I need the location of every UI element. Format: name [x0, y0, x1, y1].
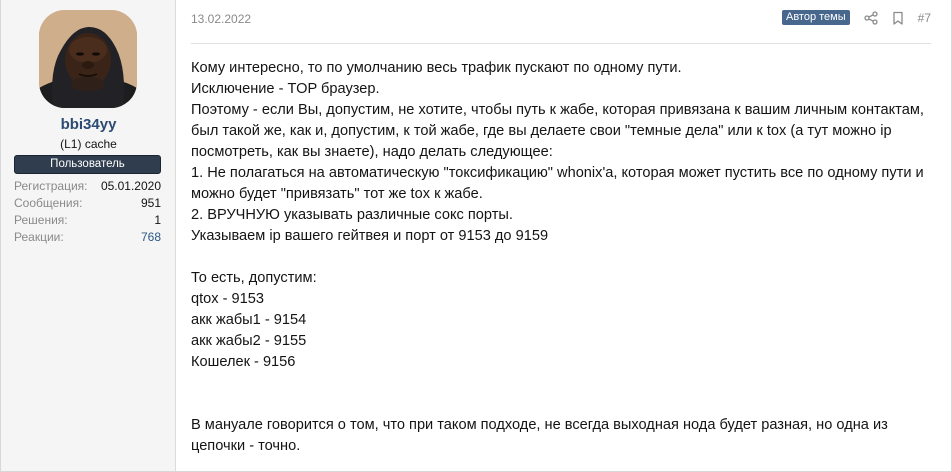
post-number-link[interactable]: #7 [918, 11, 931, 25]
stat-registration: Регистрация: 05.01.2020 [14, 178, 161, 195]
post-line: 2. ВРУЧНУЮ указывать различные сокс порт… [191, 207, 513, 223]
user-stats: Регистрация: 05.01.2020 Сообщения: 951 Р… [14, 178, 161, 246]
share-icon[interactable] [863, 10, 878, 25]
post-date[interactable]: 13.02.2022 [191, 12, 251, 26]
stat-label: Решения: [14, 213, 68, 227]
post-line: 1. Не полагаться на автоматическую "токс… [191, 165, 924, 202]
avatar-image [39, 10, 137, 108]
post-line: То есть, допустим: [191, 270, 317, 286]
post-line: Указываем ip вашего гейтвея и порт от 91… [191, 228, 549, 244]
post-line: акк жабы1 - 9154 [191, 312, 307, 328]
user-role-banner: Пользователь [14, 155, 161, 174]
username-link[interactable]: bbi34yy [1, 116, 176, 133]
post-line: Кошелек - 9156 [191, 354, 296, 370]
stat-value: 951 [140, 196, 161, 210]
post-body: Кому интересно, то по умолчанию весь тра… [191, 58, 936, 457]
post-line: Поэтому - если Вы, допустим, не хотите, … [191, 102, 924, 160]
header-divider [191, 43, 931, 44]
user-info-panel: bbi34yy (L1) cache Пользователь Регистра… [1, 0, 176, 471]
user-title: (L1) cache [60, 137, 117, 151]
stat-value: 1 [154, 213, 161, 227]
bookmark-icon[interactable] [891, 11, 905, 25]
stat-label: Сообщения: [14, 196, 83, 210]
stat-reactions: Реакции: 768 [14, 229, 161, 246]
post-line: Исключение - TOP браузер. [191, 81, 380, 97]
stat-value: 05.01.2020 [100, 179, 161, 193]
post-content-panel: 13.02.2022 Автор темы #7 Кому интересно,… [176, 0, 951, 471]
reactions-link[interactable]: 768 [141, 229, 161, 246]
post-line: акк жабы2 - 9155 [191, 333, 307, 349]
stat-label: Реакции: [14, 230, 64, 244]
forum-post: bbi34yy (L1) cache Пользователь Регистра… [0, 0, 952, 472]
user-avatar[interactable] [39, 10, 137, 108]
post-line: qtox - 9153 [191, 291, 265, 307]
stat-label: Регистрация: [14, 179, 88, 193]
post-header-tools: Автор темы #7 [781, 10, 931, 25]
author-badge: Автор темы [781, 10, 850, 25]
stat-solutions: Решения: 1 [14, 212, 161, 229]
post-line: Кому интересно, то по умолчанию весь тра… [191, 60, 682, 76]
post-line: В мануале говорится о том, что при таком… [191, 417, 888, 454]
stat-messages: Сообщения: 951 [14, 195, 161, 212]
